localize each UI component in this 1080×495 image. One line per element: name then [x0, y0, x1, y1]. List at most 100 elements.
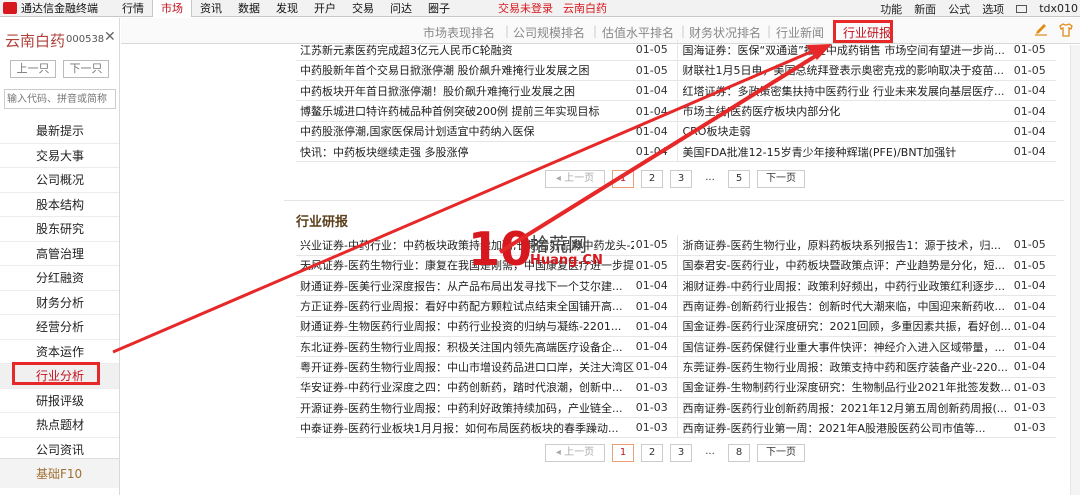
research-right-title-link[interactable]: 国信证券-医药保健行业重大事件快评：神经介入进入区域带量，...: [677, 336, 1012, 358]
news-left-date: 01-04: [633, 141, 679, 163]
sidebar-item-capital[interactable]: 股本结构: [0, 193, 119, 217]
stock-name: 云南白药: [5, 32, 66, 50]
stock-code: 000538: [66, 34, 105, 45]
research-right-title-link[interactable]: 国金证券-生物制药行业深度研究：生物制品行业2021年批签发数...: [677, 377, 1012, 398]
research-left-title-link[interactable]: 兴业证券-中药行业：中药板块政策持续加码,长期看好品牌中药龙头-220...: [296, 235, 634, 256]
mail-icon[interactable]: [1016, 4, 1028, 13]
news-left-title-link[interactable]: 中药股涨停潮,国家医保局计划适宜中药纳入医保: [296, 121, 634, 142]
research-page-2[interactable]: 2: [641, 444, 663, 462]
sidebar-item-events[interactable]: 交易大事: [0, 144, 119, 168]
news-right-title-link[interactable]: 市场主线|医药医疗板块内部分化: [677, 100, 1012, 122]
research-right-date: 01-03: [1011, 397, 1056, 419]
research-left-title-link[interactable]: 开源证券-医药生物行业周报：中药利好政策持续加码，产业链全...: [296, 397, 634, 419]
sidebar-item-topics[interactable]: 热点题材: [0, 413, 119, 438]
news-right-title-link[interactable]: 财联社1月5日电，美国总统拜登表示奥密克戎的影响取决于疫苗...: [677, 60, 1012, 82]
research-right-date: 01-04: [1011, 275, 1056, 297]
news-page-3[interactable]: 3: [670, 170, 692, 188]
research-right-title-link[interactable]: 国金证券-医药行业深度研究：2021回顾，多重因素共振，看好创...: [677, 316, 1012, 337]
tab-financial-rank[interactable]: 财务状况排名: [689, 24, 761, 41]
research-right-title-link[interactable]: 湘财证券-中药行业周报：政策利好频出，中药行业政策红利逐步...: [677, 275, 1012, 297]
research-left-title-link[interactable]: 财通证券-生物医药行业周报：中药行业投资的归纳与凝练-2201...: [296, 316, 634, 337]
menu-item-discover[interactable]: 发现: [268, 0, 306, 17]
research-left-title-link[interactable]: 华安证券-中药行业深度之四：中药创新药，踏时代浪潮，创新中...: [296, 377, 634, 398]
sidebar-item-ratings[interactable]: 研报评级: [0, 389, 119, 413]
news-right-title-link[interactable]: 国海证券：医保“双通道”推进中成药销售 市场空间有望进一步尚...: [677, 40, 1012, 61]
sidebar-item-operations[interactable]: 经营分析: [0, 315, 119, 340]
news-left-date: 01-04: [633, 80, 679, 102]
news-right-title-link[interactable]: 美国FDA批准12-15岁青少年接种辉瑞(PFE)/BNT加强针: [677, 141, 1012, 163]
news-right-title-link[interactable]: 红塔证券：多政策密集扶持中医药行业 行业未来发展向基层医疗...: [677, 80, 1012, 102]
research-left-date: 01-03: [633, 417, 679, 439]
tab-industry-research[interactable]: 行业研报: [843, 24, 891, 41]
tab-market-rank[interactable]: 市场表现排名: [423, 24, 495, 41]
tab-separator: |: [681, 24, 686, 38]
news-page-2[interactable]: 2: [641, 170, 663, 188]
research-right-date: 01-04: [1011, 316, 1056, 337]
research-left-title-link[interactable]: 财通证券-医美行业深度报告：从产品布局出发寻找下一个艾尔建...: [296, 275, 634, 297]
menu-options[interactable]: 选项: [982, 1, 1004, 17]
pen-icon[interactable]: [1034, 22, 1048, 36]
news-row: 快讯：中药板块继续走强 多股涨停 01-04 美国FDA批准12-15岁青少年接种辉…: [296, 141, 1056, 163]
menu-item-wenda[interactable]: 问达: [382, 0, 420, 17]
research-left-title-link[interactable]: 东北证券-医药生物行业周报：积极关注国内领先高端医疗设备企...: [296, 336, 634, 358]
sidebar-item-profile[interactable]: 公司概况: [0, 168, 119, 193]
prev-stock-button[interactable]: 上一只: [10, 60, 56, 78]
research-left-title-link[interactable]: 方正证券-医药行业周报：看好中药配方颗粒试点结束全国铺开高...: [296, 295, 634, 317]
sidebar-item-management[interactable]: 高管治理: [0, 242, 119, 266]
research-row: 华安证券-中药行业深度之四：中药创新药，踏时代浪潮，创新中... 01-03 国金证…: [296, 377, 1056, 398]
menu-item-data[interactable]: 数据: [230, 0, 268, 17]
sidebar-item-latest[interactable]: 最新提示: [0, 119, 119, 144]
news-page-1[interactable]: 1: [612, 170, 634, 188]
menu-function[interactable]: 功能: [880, 1, 902, 17]
sidebar-item-shareholders[interactable]: 股东研究: [0, 217, 119, 242]
research-right-title-link[interactable]: 国泰君安-医药行业，中药板块暨政策点评：产业趋势是分化，短...: [677, 255, 1012, 277]
login-status[interactable]: 交易未登录: [498, 0, 553, 16]
search-input[interactable]: [4, 89, 116, 109]
research-next-page-button[interactable]: 下一页: [757, 444, 805, 462]
tab-industry-news[interactable]: 行业新闻: [776, 24, 824, 41]
research-page-1[interactable]: 1: [612, 444, 634, 462]
news-right-title-link[interactable]: CRO板块走弱: [677, 121, 1012, 142]
news-page-5[interactable]: 5: [728, 170, 750, 188]
news-right-date: 01-05: [1011, 60, 1056, 82]
research-left-date: 01-04: [633, 316, 679, 337]
menu-new-page[interactable]: 新面: [914, 1, 936, 17]
tab-size-rank[interactable]: 公司规模排名: [513, 24, 585, 41]
research-left-title-link[interactable]: 粤开证券-医药生物行业周报：中山市增设药品进口口岸，关注大湾区...: [296, 356, 634, 378]
research-left-title-link[interactable]: 天风证券-医药生物行业：康复在我国是刚需，中国康复医疗进一步提...: [296, 255, 634, 277]
research-right-title-link[interactable]: 东莞证券-医药生物行业周报：政策支持中药和医疗装备产业-220...: [677, 356, 1012, 378]
sidebar-item-industry[interactable]: 行业分析: [0, 364, 119, 389]
menu-item-quotes[interactable]: 行情: [114, 0, 152, 17]
menu-item-news[interactable]: 资讯: [192, 0, 230, 17]
tab-valuation-rank[interactable]: 估值水平排名: [602, 24, 674, 41]
research-right-title-link[interactable]: 西南证券-医药行业创新药周报：2021年12月第五周创新药周报(...: [677, 397, 1012, 419]
menu-item-trade[interactable]: 交易: [344, 0, 382, 17]
next-stock-button[interactable]: 下一只: [63, 60, 109, 78]
news-left-title-link[interactable]: 中药股新年首个交易日掀涨停潮 股价飙升难掩行业发展之困: [296, 60, 634, 82]
basic-f10-button[interactable]: 基础F10: [0, 458, 119, 488]
news-prev-page-button[interactable]: ◂ 上一页: [545, 170, 605, 188]
skin-icon[interactable]: [1058, 22, 1074, 38]
sidebar-item-finance[interactable]: 财务分析: [0, 291, 119, 315]
news-left-title-link[interactable]: 博鳌乐城进口特许药械品种首例突破200例 提前三年实现目标: [296, 100, 634, 122]
news-left-title-link[interactable]: 中药板块开年首日掀涨停潮！股价飙升难掩行业发展之困: [296, 80, 634, 102]
research-left-date: 01-03: [633, 397, 679, 419]
menu-formula[interactable]: 公式: [948, 1, 970, 17]
news-left-title-link[interactable]: 快讯：中药板块继续走强 多股涨停: [296, 141, 634, 163]
news-left-title-link[interactable]: 江苏新元素医药完成超3亿元人民币C轮融资: [296, 40, 634, 61]
research-right-title-link[interactable]: 浙商证券-医药生物行业，原料药板块系列报告1：源于技术，归...: [677, 235, 1012, 256]
sidebar-item-capital-ops[interactable]: 资本运作: [0, 340, 119, 364]
news-next-page-button[interactable]: 下一页: [757, 170, 805, 188]
menu-item-market[interactable]: 市场: [152, 0, 192, 17]
menu-item-open-account[interactable]: 开户: [306, 0, 344, 17]
research-right-title-link[interactable]: 西南证券-医药行业第一周：2021年A股港股医药公司市值等...: [677, 417, 1012, 439]
research-left-title-link[interactable]: 中泰证券-医药行业板块1月月报：如何布局医药板块的春季躁动...: [296, 417, 634, 439]
scrollbar[interactable]: [1070, 45, 1080, 495]
research-page-3[interactable]: 3: [670, 444, 692, 462]
research-prev-page-button[interactable]: ◂ 上一页: [545, 444, 605, 462]
menu-item-circle[interactable]: 圈子: [420, 0, 458, 17]
research-right-title-link[interactable]: 西南证券-创新药行业报告：创新时代大潮来临，中国迎来新药收...: [677, 295, 1012, 317]
research-page-8[interactable]: 8: [728, 444, 750, 462]
sidebar-item-dividends[interactable]: 分红融资: [0, 266, 119, 291]
close-icon[interactable]: ✕: [104, 29, 116, 45]
